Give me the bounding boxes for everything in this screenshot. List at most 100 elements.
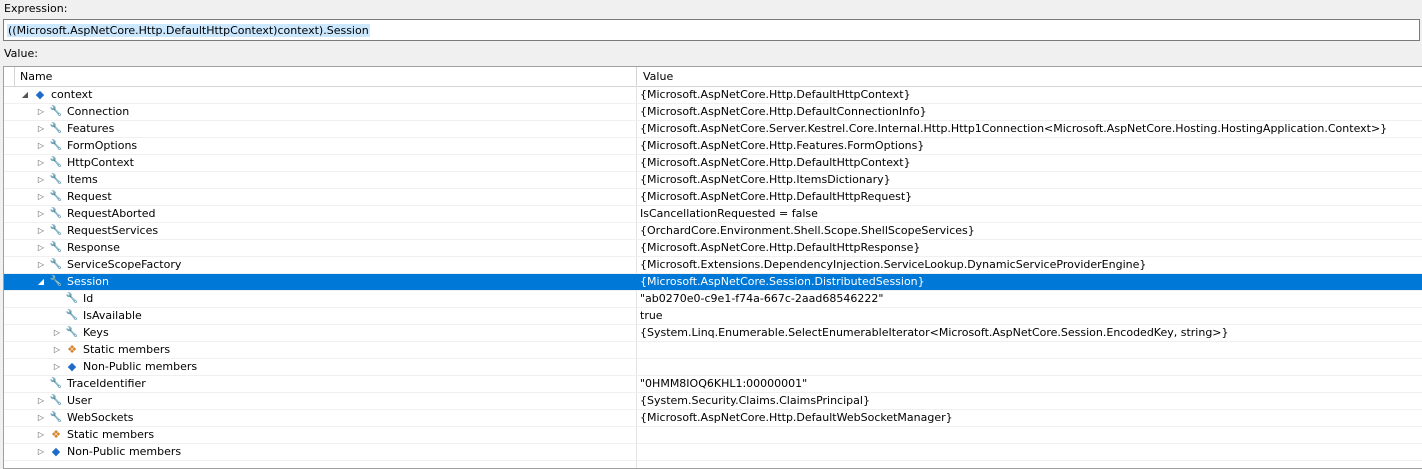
row-value[interactable]: IsCancellationRequested = false (640, 206, 1422, 223)
row-value[interactable]: {System.Security.Claims.ClaimsPrincipal} (640, 393, 1422, 410)
name-cell: ▷ 🔧 WebSockets (4, 410, 636, 427)
expand-arrow-icon[interactable]: ▷ (36, 138, 46, 155)
row-name: Items (67, 173, 98, 186)
row-value[interactable]: {OrchardCore.Environment.Shell.Scope.She… (640, 223, 1422, 240)
expand-arrow-icon[interactable]: ▷ (36, 257, 46, 274)
collapse-arrow-icon[interactable]: ◢ (20, 87, 30, 104)
expand-arrow-icon[interactable]: ▷ (36, 393, 46, 410)
expand-arrow-icon[interactable]: ▷ (36, 104, 46, 121)
row-value[interactable]: {Microsoft.AspNetCore.Server.Kestrel.Cor… (640, 121, 1422, 138)
row-value[interactable]: {Microsoft.AspNetCore.Session.Distribute… (640, 274, 1422, 291)
tree-row[interactable]: ▷ 🔧 Keys {System.Linq.Enumerable.SelectEnum… (4, 325, 1422, 342)
row-name: Response (67, 241, 120, 254)
expand-arrow-icon[interactable]: ▷ (52, 359, 62, 376)
row-value[interactable]: {Microsoft.AspNetCore.Http.ItemsDictiona… (640, 172, 1422, 189)
expand-arrow-icon[interactable]: ▷ (36, 410, 46, 427)
grid-rows: ◢ ◆ context {Microsoft.AspNetCore.Http.Defa… (4, 87, 1422, 461)
row-name: Request (67, 190, 112, 203)
expression-input[interactable]: ((Microsoft.AspNetCore.Http.DefaultHttpC… (3, 19, 1420, 41)
expand-arrow-icon[interactable]: ▷ (36, 444, 46, 461)
name-cell: ▷ 🔧 RequestServices (4, 223, 636, 240)
name-cell: ▷ ◆ Non-Public members (4, 444, 636, 461)
cube-icon: ◆ (67, 360, 77, 373)
static-members-icon: ❖ (51, 428, 61, 441)
wrench-icon: 🔧 (49, 106, 63, 117)
row-value[interactable]: {Microsoft.AspNetCore.Http.DefaultHttpRe… (640, 189, 1422, 206)
expand-arrow-icon[interactable]: ▷ (36, 206, 46, 223)
wrench-icon: 🔧 (65, 293, 79, 304)
static-members-icon: ❖ (67, 343, 77, 356)
tree-row[interactable]: 🔧 IsAvailable true (4, 308, 1422, 325)
row-value[interactable]: {Microsoft.AspNetCore.Http.DefaultWebSoc… (640, 410, 1422, 427)
row-value[interactable]: {Microsoft.AspNetCore.Http.DefaultConnec… (640, 104, 1422, 121)
name-cell: ▷ ❖ Static members (4, 342, 636, 359)
row-name: ServiceScopeFactory (67, 258, 182, 271)
name-cell: ▷ 🔧 Features (4, 121, 636, 138)
wrench-icon: 🔧 (49, 191, 63, 202)
expand-arrow-icon[interactable]: ▷ (36, 172, 46, 189)
name-cell: ▷ 🔧 HttpContext (4, 155, 636, 172)
expand-arrow-icon[interactable]: ▷ (36, 427, 46, 444)
expand-arrow-icon[interactable]: ▷ (36, 223, 46, 240)
name-cell: ▷ 🔧 Items (4, 172, 636, 189)
tree-row[interactable]: ▷ 🔧 WebSockets {Microsoft.AspNetCore.Http.D… (4, 410, 1422, 427)
name-cell: ▷ 🔧 Request (4, 189, 636, 206)
row-value[interactable] (640, 342, 1422, 359)
row-value[interactable] (640, 359, 1422, 376)
expand-arrow-icon[interactable]: ▷ (52, 342, 62, 359)
tree-row[interactable]: ▷ ◆ Non-Public members (4, 359, 1422, 376)
tree-row[interactable]: ▷ ❖ Static members (4, 427, 1422, 444)
row-name: Keys (83, 326, 109, 339)
tree-row[interactable]: ▷ ❖ Static members (4, 342, 1422, 359)
wrench-icon: 🔧 (49, 276, 63, 287)
expand-arrow-icon[interactable]: ▷ (36, 155, 46, 172)
row-name: Session (67, 275, 109, 288)
tree-row[interactable]: ▷ 🔧 User {System.Security.Claims.ClaimsPrin… (4, 393, 1422, 410)
tree-row[interactable]: ▷ 🔧 Response {Microsoft.AspNetCore.Http.Def… (4, 240, 1422, 257)
tree-row[interactable]: ▷ 🔧 ServiceScopeFactory {Microsoft.Extensio… (4, 257, 1422, 274)
tree-row[interactable]: ▷ ◆ Non-Public members (4, 444, 1422, 461)
row-name: Static members (67, 428, 155, 441)
name-cell: ▷ ❖ Static members (4, 427, 636, 444)
tree-row[interactable]: 🔧 TraceIdentifier "0HMM8IOQ6KHL1:00000001" (4, 376, 1422, 393)
collapse-arrow-icon[interactable]: ◢ (36, 274, 46, 291)
tree-row[interactable]: ▷ 🔧 Features {Microsoft.AspNetCore.Server.K… (4, 121, 1422, 138)
tree-row[interactable]: ▷ 🔧 FormOptions {Microsoft.AspNetCore.Http.… (4, 138, 1422, 155)
tree-row[interactable]: ▷ 🔧 RequestServices {OrchardCore.Environmen… (4, 223, 1422, 240)
row-value[interactable]: {Microsoft.AspNetCore.Http.DefaultHttpRe… (640, 240, 1422, 257)
row-value[interactable] (640, 427, 1422, 444)
row-value[interactable]: {Microsoft.AspNetCore.Http.DefaultHttpCo… (640, 87, 1422, 104)
row-value[interactable]: {System.Linq.Enumerable.SelectEnumerable… (640, 325, 1422, 342)
column-header-name[interactable]: Name (14, 67, 636, 86)
wrench-icon: 🔧 (49, 225, 63, 236)
column-header-value[interactable]: Value (636, 67, 1422, 86)
row-value[interactable] (640, 444, 1422, 461)
row-value[interactable]: "0HMM8IOQ6KHL1:00000001" (640, 376, 1422, 393)
row-name: Id (83, 292, 94, 305)
row-value[interactable]: "ab0270e0-c9e1-f74a-667c-2aad68546222" (640, 291, 1422, 308)
wrench-icon: 🔧 (49, 395, 63, 406)
row-value[interactable]: {Microsoft.Extensions.DependencyInjectio… (640, 257, 1422, 274)
name-cell: ▷ ◆ Non-Public members (4, 359, 636, 376)
wrench-icon: 🔧 (49, 157, 63, 168)
row-value[interactable]: {Microsoft.AspNetCore.Http.Features.Form… (640, 138, 1422, 155)
tree-row[interactable]: ▷ 🔧 Request {Microsoft.AspNetCore.Http.Defa… (4, 189, 1422, 206)
tree-row[interactable]: ▷ 🔧 RequestAborted IsCancellationRequested … (4, 206, 1422, 223)
tree-row[interactable]: ▷ 🔧 HttpContext {Microsoft.AspNetCore.Http.… (4, 155, 1422, 172)
tree-row[interactable]: ◢ 🔧 Session {Microsoft.AspNetCore.Session.D… (4, 274, 1422, 291)
row-name: FormOptions (67, 139, 138, 152)
tree-row[interactable]: ▷ 🔧 Items {Microsoft.AspNetCore.Http.ItemsD… (4, 172, 1422, 189)
wrench-icon: 🔧 (49, 412, 63, 423)
expand-arrow-icon[interactable]: ▷ (52, 325, 62, 342)
tree-row[interactable]: ◢ ◆ context {Microsoft.AspNetCore.Http.Defa… (4, 87, 1422, 104)
row-name: TraceIdentifier (67, 377, 146, 390)
row-name: IsAvailable (83, 309, 142, 322)
cube-icon: ◆ (35, 88, 45, 101)
row-value[interactable]: true (640, 308, 1422, 325)
row-value[interactable]: {Microsoft.AspNetCore.Http.DefaultHttpCo… (640, 155, 1422, 172)
tree-row[interactable]: 🔧 Id "ab0270e0-c9e1-f74a-667c-2aad68546222… (4, 291, 1422, 308)
tree-row[interactable]: ▷ 🔧 Connection {Microsoft.AspNetCore.Http.D… (4, 104, 1422, 121)
expand-arrow-icon[interactable]: ▷ (36, 121, 46, 138)
expand-arrow-icon[interactable]: ▷ (36, 189, 46, 206)
expand-arrow-icon[interactable]: ▷ (36, 240, 46, 257)
